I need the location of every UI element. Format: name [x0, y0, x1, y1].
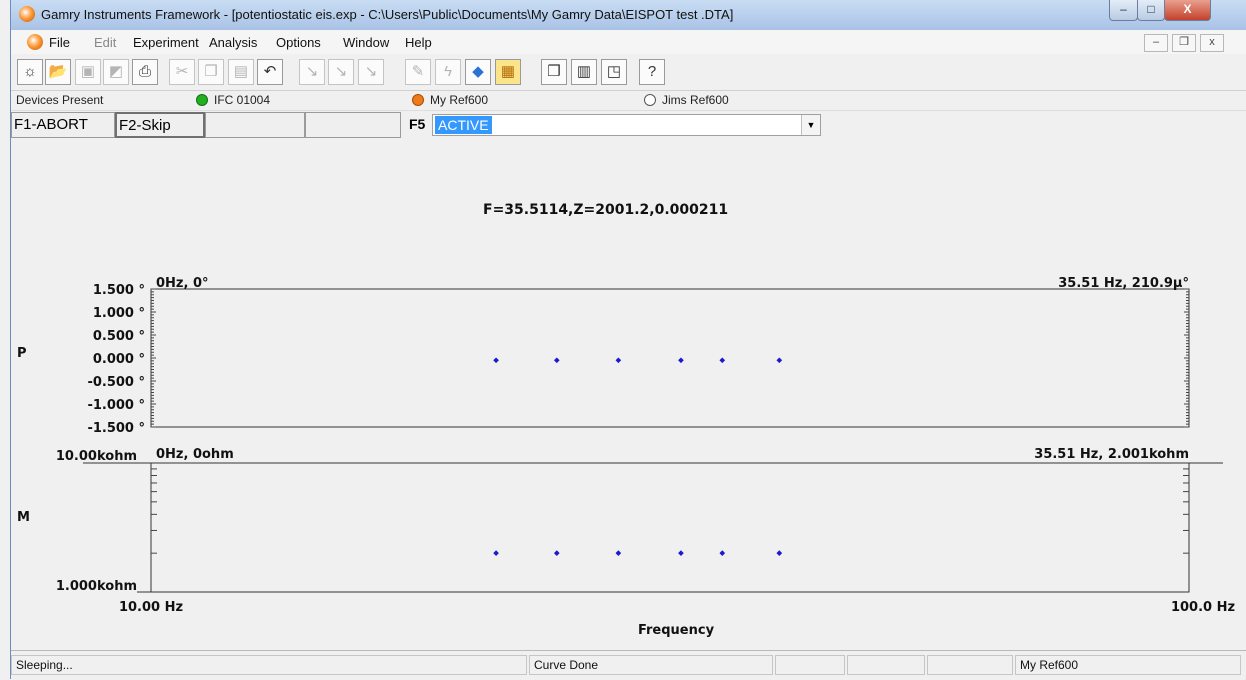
magnitude-data-point — [493, 550, 499, 556]
phase-data-point — [493, 357, 499, 364]
status-left: Sleeping... — [11, 655, 527, 675]
status-right: My Ref600 — [1015, 655, 1241, 675]
magnitude-y-tick-label: 1.000kohm — [56, 579, 137, 594]
phase-corner-left: 0Hz, 0° — [156, 276, 209, 291]
app-window: Gamry Instruments Framework - [potentios… — [10, 0, 1246, 680]
magnitude-data-point — [719, 550, 726, 556]
magnitude-data-point — [678, 550, 684, 556]
magnitude-axis-label: M — [17, 510, 30, 525]
status-bar: Sleeping... Curve Done My Ref600 — [11, 650, 1246, 680]
x-tick-label: 100.0 Hz — [1171, 600, 1235, 615]
magnitude-corner-left: 0Hz, 0ohm — [156, 447, 234, 462]
phase-data-point — [719, 357, 726, 364]
magnitude-data-point — [776, 550, 783, 556]
status-pane-empty-2 — [847, 655, 925, 675]
phase-axis-label: P — [17, 346, 27, 361]
magnitude-corner-right: 35.51 Hz, 2.001kohm — [1034, 447, 1189, 462]
magnitude-y-tick-label: 10.00kohm — [56, 449, 137, 464]
magnitude-plot-frame — [150, 462, 1190, 593]
phase-data-point — [615, 357, 622, 364]
phase-y-tick-label: 0.500 ° — [93, 329, 145, 344]
phase-y-tick-label: 0.000 ° — [93, 352, 145, 367]
phase-y-tick-label: -1.000 ° — [87, 398, 145, 413]
phase-y-tick-label: 1.500 ° — [93, 283, 145, 298]
magnitude-data-point — [615, 550, 622, 556]
phase-data-point — [553, 357, 560, 364]
phase-data-point — [776, 357, 783, 364]
x-tick-label: 10.00 Hz — [119, 600, 183, 615]
phase-y-tick-label: -1.500 ° — [87, 421, 145, 436]
phase-y-tick-label: 1.000 ° — [93, 306, 145, 321]
status-middle: Curve Done — [529, 655, 773, 675]
phase-y-tick-label: -0.500 ° — [87, 375, 145, 390]
magnitude-data-point — [553, 550, 560, 556]
status-pane-empty-3 — [927, 655, 1013, 675]
phase-data-point — [678, 357, 684, 364]
phase-plot-frame — [150, 288, 1190, 428]
x-axis-label: Frequency — [638, 623, 715, 638]
phase-corner-right: 35.51 Hz, 210.9µ° — [1058, 276, 1189, 291]
eis-plot: 1.500 ° 1.000 ° 0.500 ° 0.000 ° -0.500 ° -1.0… — [17, 276, 1235, 638]
status-pane-empty-1 — [775, 655, 845, 675]
